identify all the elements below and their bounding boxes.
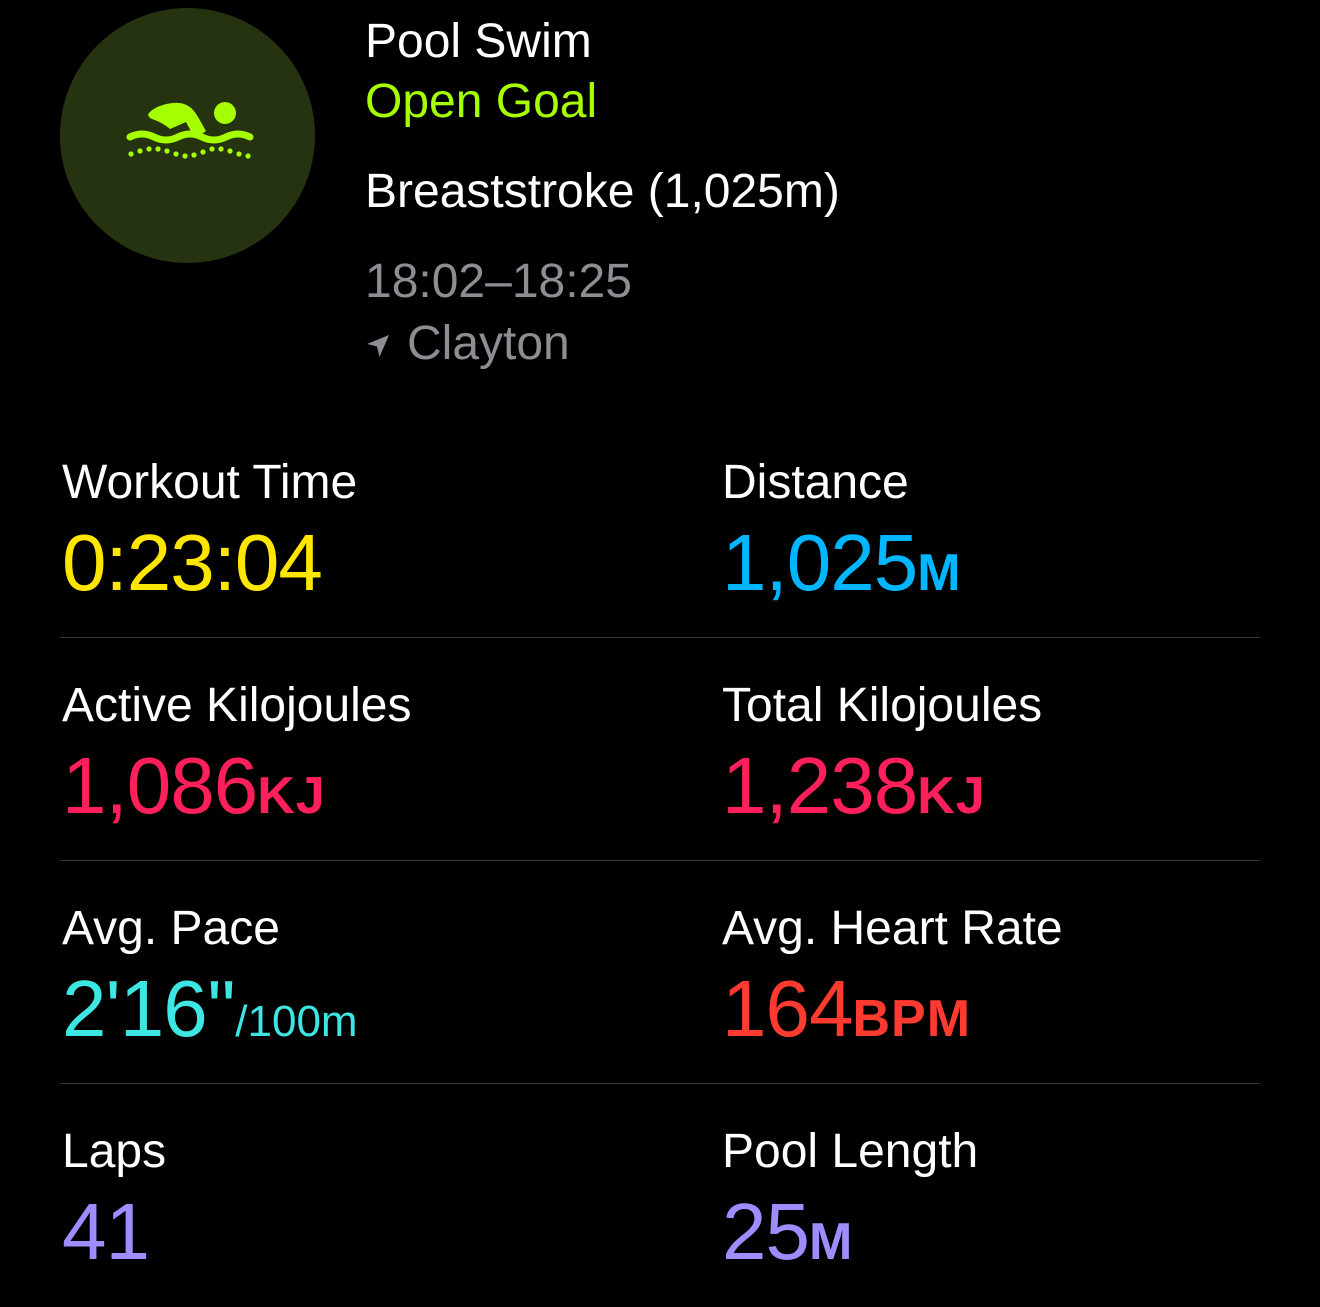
metric-row: Laps 41 Pool Length 25M (60, 1084, 1260, 1307)
distance-value: 1,025 (722, 518, 918, 607)
metric-row: Avg. Pace 2'16''/100m Avg. Heart Rate 16… (60, 861, 1260, 1084)
metric-row: Workout Time 0:23:04 Distance 1,025M (60, 415, 1260, 638)
workout-title: Pool Swim (365, 15, 592, 68)
metric-value: 2'16''/100m (62, 965, 358, 1076)
metric-label: Avg. Heart Rate (722, 902, 1063, 955)
metric-value: 1,086KJ (62, 742, 326, 853)
active-kilojoules-value: 1,086 (62, 741, 258, 830)
metric-label: Pool Length (722, 1125, 979, 1178)
avg-pace-value: 2'16'' (62, 964, 236, 1053)
time-range: 18:02–18:25 (365, 255, 632, 308)
location-name: Clayton (407, 317, 570, 370)
metric-label: Distance (722, 456, 909, 509)
pool-length-unit: M (808, 1213, 854, 1271)
pool-swim-icon (126, 101, 253, 159)
location-arrow-icon (367, 335, 389, 357)
metric-value: 25M (722, 1188, 853, 1299)
metric-value: 0:23:04 (62, 518, 323, 630)
metric-label: Workout Time (62, 456, 358, 509)
avg-pace-unit: /100m (235, 997, 358, 1046)
activity-badge (60, 8, 315, 263)
metric-value: 164BPM (722, 965, 971, 1076)
laps-value: 41 (62, 1187, 150, 1276)
metric-label: Total Kilojoules (722, 679, 1043, 732)
metric-value: 1,238KJ (722, 742, 986, 853)
total-kilojoules-value: 1,238 (722, 741, 918, 830)
avg-heart-rate-unit: BPM (852, 990, 972, 1048)
goal-label: Open Goal (365, 75, 598, 128)
metric-label: Active Kilojoules (62, 679, 412, 732)
total-kilojoules-unit: KJ (917, 767, 986, 825)
workout-time-value: 0:23:04 (62, 518, 323, 607)
avg-heart-rate-value: 164 (722, 964, 853, 1053)
metric-label: Laps (62, 1125, 167, 1178)
metrics-grid: Workout Time 0:23:04 Distance 1,025M Act… (60, 415, 1260, 1307)
metric-value: 1,025M (722, 519, 962, 630)
active-kilojoules-unit: KJ (257, 767, 326, 825)
metric-row: Active Kilojoules 1,086KJ Total Kilojoul… (60, 638, 1260, 861)
metric-label: Avg. Pace (62, 902, 280, 955)
stroke-summary: Breaststroke (1,025m) (365, 165, 840, 218)
distance-unit: M (917, 544, 962, 602)
metric-value: 41 (62, 1187, 150, 1299)
pool-length-value: 25 (722, 1187, 810, 1276)
location-row: Clayton (365, 316, 570, 372)
